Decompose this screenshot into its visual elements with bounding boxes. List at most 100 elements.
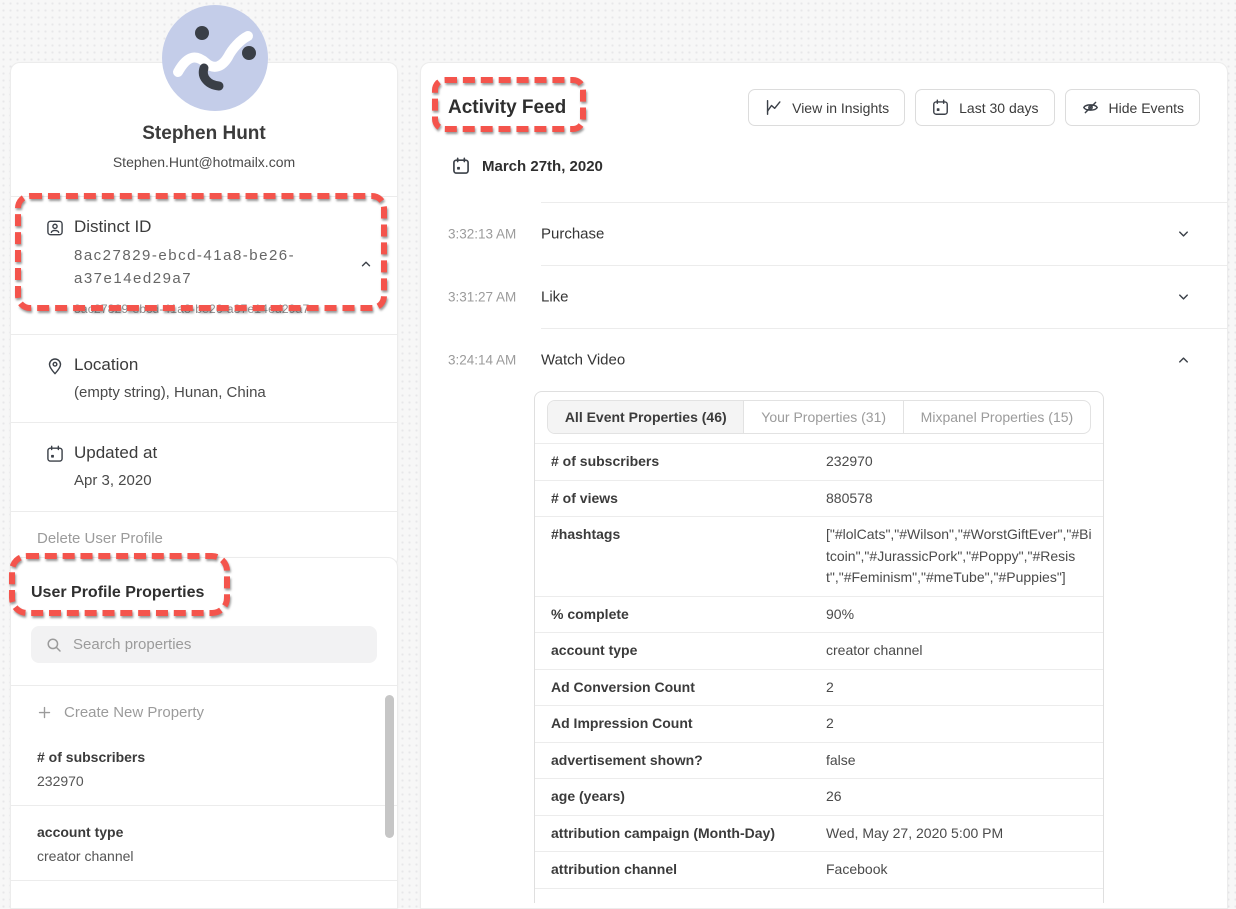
property-key: Ad Impression Count [551,713,826,735]
event-name: Purchase [541,225,604,242]
property-value: creator channel [826,640,1095,662]
tab-your-properties[interactable]: Your Properties (31) [743,401,902,433]
table-row: attribution campaign (Month-Day) Wed, Ma… [535,815,1103,852]
event-name: Watch Video [541,351,625,368]
property-key: advertisement shown? [551,750,826,772]
event-row-like[interactable]: 3:31:27 AM Like [421,265,1227,328]
event-properties-panel: All Event Properties (46) Your Propertie… [534,391,1104,903]
property-value: false [826,750,1095,772]
property-key: # of subscribers [551,451,826,473]
property-item[interactable]: # of subscribers 232970 [11,731,397,806]
date-header-label: March 27th, 2020 [482,158,603,175]
view-in-insights-label: View in Insights [792,100,889,116]
property-key: account type [551,640,826,662]
table-row: Ad Conversion Count 2 [535,669,1103,706]
property-key: attribution campaign (Month-Day) [551,823,826,845]
user-profile-properties-card: User Profile Properties Create New Prope… [10,557,398,909]
updated-at-label: Updated at [74,443,157,463]
calendar-icon [931,98,950,117]
insights-chart-icon [764,98,783,117]
user-email: Stephen.Hunt@hotmailx.com [31,154,377,170]
property-value: Wed, May 27, 2020 5:00 PM [826,823,1095,845]
location-label: Location [74,355,266,375]
event-time: 3:24:14 AM [448,352,516,367]
location-value: (empty string), Hunan, China [74,382,266,405]
search-properties-input[interactable] [73,636,363,653]
search-properties-box[interactable] [31,626,377,663]
updated-at-body: Updated at Apr 3, 2020 [74,443,157,493]
event-list: 3:32:13 AM Purchase 3:31:27 AM Like 3:24… [421,202,1227,903]
chevron-down-icon[interactable] [1176,289,1191,304]
event-properties-tabs: All Event Properties (46) Your Propertie… [547,400,1091,434]
property-key: # of views [551,488,826,510]
create-new-property-label: Create New Property [64,704,204,721]
property-name: # of subscribers [37,749,371,765]
property-key: #hashtags [551,524,826,589]
properties-list: Create New Property # of subscribers 232… [11,685,397,909]
property-value: 90% [826,604,1095,626]
event-row-watch-video[interactable]: 3:24:14 AM Watch Video [421,328,1227,391]
chevron-up-icon[interactable] [1176,352,1191,367]
table-row: attribution channel Facebook [535,851,1103,888]
table-row: # of subscribers 232970 [535,443,1103,480]
property-name: account type [37,824,371,840]
tab-mixpanel-properties[interactable]: Mixpanel Properties (15) [903,401,1090,433]
property-key: % complete [551,604,826,626]
event-row-purchase[interactable]: 3:32:13 AM Purchase [421,202,1227,265]
map-pin-icon [45,356,65,405]
chevron-down-icon[interactable] [1176,226,1191,241]
tab-all-event-properties[interactable]: All Event Properties (46) [548,401,743,433]
user-profile-card: Stephen Hunt Stephen.Hunt@hotmailx.com D… [10,62,398,568]
activity-feed-header: Activity Feed View in Insights [421,63,1227,126]
property-key: attribution channel [551,859,826,881]
property-item[interactable]: account type creator channel [11,806,397,881]
date-header: March 27th, 2020 [451,156,1227,176]
property-value: 2 [826,713,1095,735]
property-value: 232970 [826,451,1095,473]
property-value: creator channel [37,848,371,864]
event-properties-table: # of subscribers 232970 # of views 88057… [535,443,1103,903]
table-row: % complete 90% [535,596,1103,633]
search-icon [45,636,63,654]
table-row: Ad Impression Count 2 [535,705,1103,742]
last-30-days-label: Last 30 days [959,100,1038,116]
activity-feed-title: Activity Feed [448,97,566,119]
property-value: 26 [826,786,1095,808]
distinct-id-label: Distinct ID [74,217,309,237]
eye-off-icon [1081,98,1100,117]
plus-icon [37,705,52,720]
avatar-smiley-icon [162,5,268,111]
chevron-up-icon[interactable] [359,257,373,271]
last-30-days-button[interactable]: Last 30 days [915,89,1054,126]
calendar-icon [45,444,65,493]
updated-at-section: Updated at Apr 3, 2020 [11,422,397,511]
scrollbar-thumb[interactable] [385,695,394,838]
property-key: Ad Conversion Count [551,677,826,699]
location-body: Location (empty string), Hunan, China [74,355,266,405]
contact-card-icon [45,218,65,316]
property-value: 2 [826,677,1095,699]
create-new-property-button[interactable]: Create New Property [11,686,397,731]
property-value: ["#lolCats","#Wilson","#WorstGiftEver","… [826,524,1095,589]
location-section: Location (empty string), Hunan, China [11,334,397,423]
updated-at-value: Apr 3, 2020 [74,470,157,493]
distinct-id-section[interactable]: Distinct ID 8ac27829-ebcd-41a8-be26-a37e… [11,196,397,334]
event-time: 3:32:13 AM [448,226,516,241]
property-key: age (years) [551,786,826,808]
table-row: # of views 880578 [535,480,1103,517]
property-value: Facebook [826,859,1095,881]
distinct-id-value: 8ac27829-ebcd-41a8-be26-a37e14ed29a7 [74,244,309,291]
distinct-id-expanded-value: 8ac27829-ebcd-41a8-be26-a37e14ed29a7 [74,302,309,316]
feed-actions: View in Insights Last 30 days [748,89,1200,126]
hide-events-button[interactable]: Hide Events [1065,89,1200,126]
view-in-insights-button[interactable]: View in Insights [748,89,905,126]
property-value: 232970 [37,773,371,789]
activity-feed-card: Activity Feed View in Insights [420,62,1228,909]
avatar [162,5,268,111]
hide-events-label: Hide Events [1109,100,1184,116]
property-value: 880578 [826,488,1095,510]
event-time: 3:31:27 AM [448,289,516,304]
distinct-id-body: Distinct ID 8ac27829-ebcd-41a8-be26-a37e… [74,217,309,316]
user-name: Stephen Hunt [31,123,377,145]
table-row: account type creator channel [535,632,1103,669]
